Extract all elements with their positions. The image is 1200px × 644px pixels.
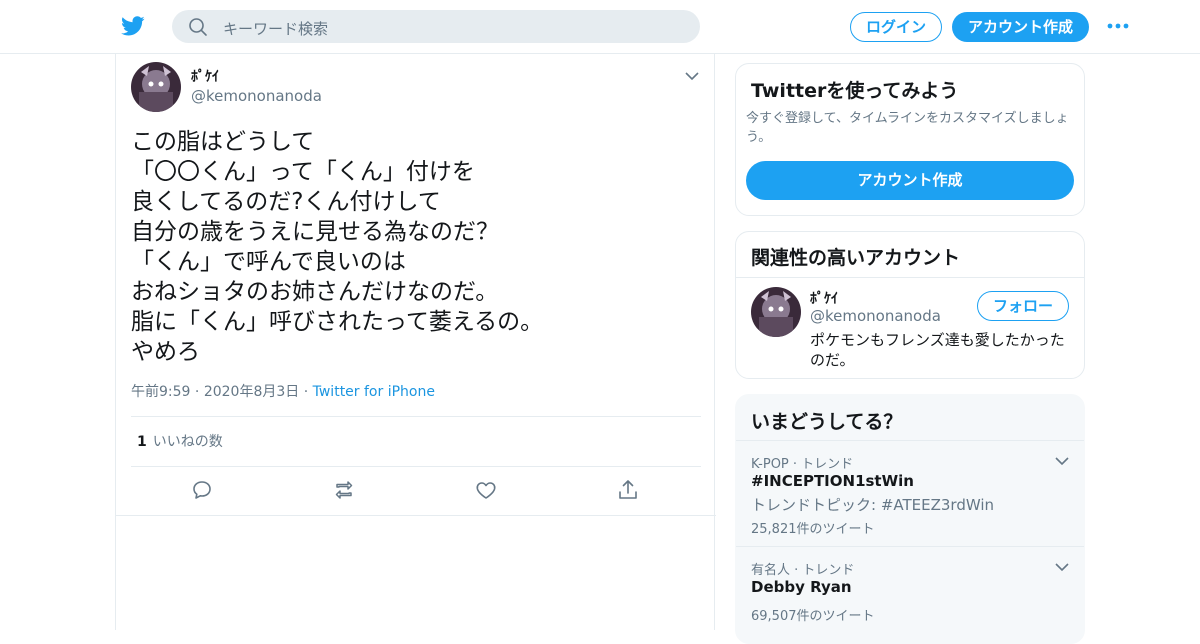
trends-card: いまどうしてる？ K-POP · トレンド #INCEPTION1stWin ト… [735,394,1085,644]
signup-card: Twitterを使ってみよう 今すぐ登録して、タイムラインをカスタマイズしましょ… [735,63,1085,216]
trend-category: 有名人 · トレンド [751,563,855,578]
related-account-bio: ポケモンもフレンズ達も愛したかったのだ。 [810,331,1065,369]
twitter-logo-icon[interactable] [120,14,146,38]
chevron-down-icon[interactable] [1054,455,1070,467]
trend-subtopic: トレンドトピック: #ATEEZ3rdWin [751,496,995,514]
like-label: いいねの数 [152,434,223,450]
divider [116,515,716,516]
tweet-metadata: 午前9:59 · 2020年8月3日 · Twitter for iPhone [131,381,435,401]
reply-icon[interactable] [190,478,214,502]
tweet-author-name[interactable]: ﾎﾟｹｲ [191,66,219,86]
more-menu-icon[interactable] [1106,18,1130,34]
share-icon[interactable] [616,478,640,502]
retweet-icon[interactable] [332,478,356,502]
divider [736,440,1084,441]
trends-title: いまどうしてる？ [751,411,903,433]
like-count: 1 [137,434,147,450]
avatar-image [751,287,801,337]
heart-icon[interactable] [474,478,498,502]
trend-tweet-count: 25,821件のツイート [751,522,875,537]
trend-tweet-count: 69,507件のツイート [751,609,875,624]
login-button[interactable]: ログイン [850,12,942,42]
divider [736,277,1084,278]
tweet-author-handle[interactable]: @kemononanoda [191,87,322,105]
meta-separator: · [303,384,313,400]
related-account-name[interactable]: ﾎﾟｹｲ [810,288,838,308]
tweet-actions [116,478,716,504]
avatar[interactable] [131,62,181,112]
signup-card-title: Twitterを使ってみよう [751,80,959,102]
meta-separator: · [194,384,204,400]
divider [131,416,701,417]
trend-item[interactable]: 有名人 · トレンド Debby Ryan 69,507件のツイート [736,559,1084,639]
signup-card-description: 今すぐ登録して、タイムラインをカスタマイズしましょう。 [746,111,1069,145]
trend-name: Debby Ryan [751,578,852,596]
chevron-down-icon[interactable] [1054,561,1070,573]
tweet-column: ﾎﾟｹｲ @kemononanoda この脂はどうして 「〇〇くん」って「くん」… [115,54,716,630]
signup-button[interactable]: アカウント作成 [952,12,1089,42]
trend-item[interactable]: K-POP · トレンド #INCEPTION1stWin トレンドトピック: … [736,453,1084,543]
like-stats[interactable]: 1 いいねの数 [137,431,223,451]
related-accounts-title: 関連性の高いアカウント [751,247,961,269]
top-nav: キーワード検索 ログイン アカウント作成 [0,0,1200,54]
search-icon [189,18,207,36]
chevron-down-icon[interactable] [684,70,700,82]
divider [131,466,701,467]
follow-button[interactable]: フォロー [977,291,1069,321]
search-placeholder: キーワード検索 [223,20,329,38]
tweet-source-link[interactable]: Twitter for iPhone [313,384,435,400]
tweet-text: この脂はどうして 「〇〇くん」って「くん」付けを 良くしてるのだ?くん付けして … [131,129,544,365]
tweet-date[interactable]: 2020年8月3日 [204,384,299,400]
related-account-handle[interactable]: @kemononanoda [810,307,941,325]
search-input[interactable]: キーワード検索 [172,10,700,43]
divider [736,546,1084,547]
create-account-button[interactable]: アカウント作成 [746,161,1074,200]
trend-category: K-POP · トレンド [751,457,854,472]
avatar-image [131,62,181,112]
related-accounts-card: 関連性の高いアカウント ﾎﾟｹｲ @kemononanoda フォロー ポケモン… [735,231,1085,379]
tweet-time[interactable]: 午前9:59 [131,384,190,400]
trend-name: #INCEPTION1stWin [751,472,914,490]
avatar[interactable] [751,287,801,337]
